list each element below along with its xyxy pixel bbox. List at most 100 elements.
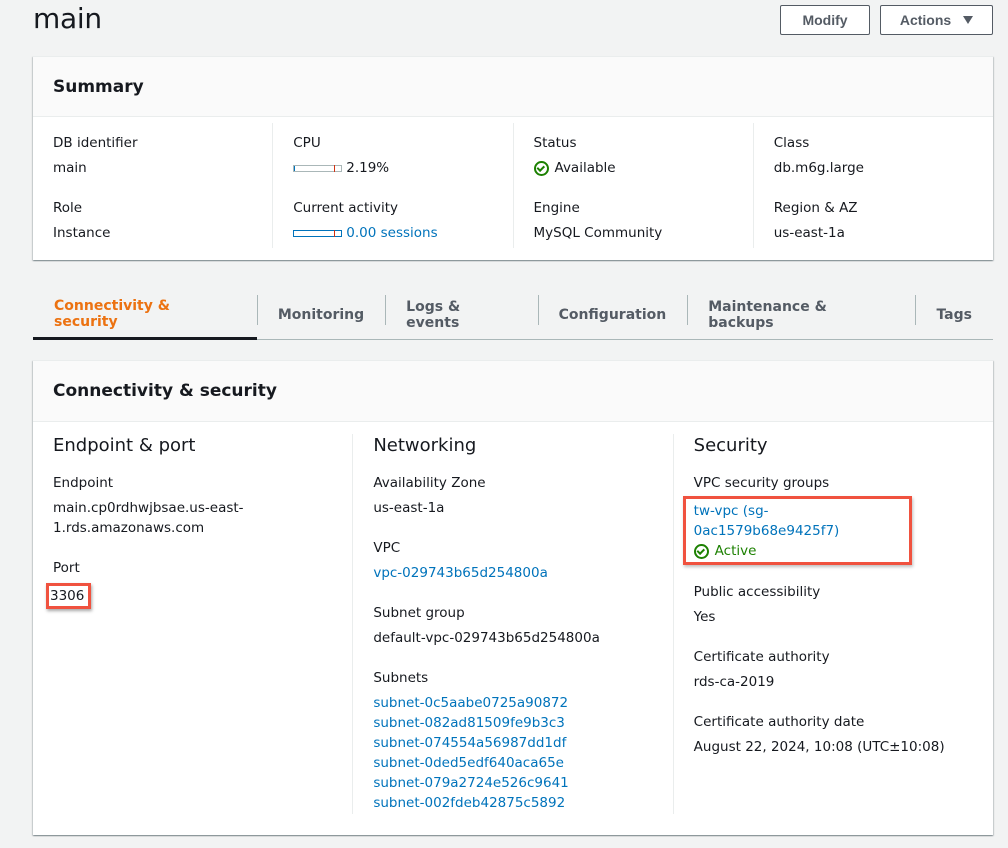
public-accessibility-label: Public accessibility <box>693 584 821 600</box>
class-field: Class db.m6g.large <box>774 133 973 178</box>
subnet-group-value: default-vpc-029743b65d254800a <box>373 630 600 646</box>
security-column: Security VPC security groups tw-vpc (sg-… <box>672 434 993 814</box>
current-activity-field: Current activity 0.00 sessions <box>293 198 492 243</box>
public-accessibility-field: Public accessibility Yes <box>694 582 973 627</box>
summary-col-class: Class db.m6g.large Region & AZ us-east-1… <box>752 123 993 248</box>
security-group-highlight: tw-vpc (sg-0ac1579b68e9425f7) Active <box>682 496 912 565</box>
caret-down-icon <box>963 16 974 24</box>
networking-column: Networking Availability Zone us-east-1a … <box>352 434 672 814</box>
cpu-meter <box>293 164 343 172</box>
endpoint-field: Endpoint main.cp0rdhwjbsae.us-east- 1.rd… <box>53 473 332 538</box>
certificate-authority-date-value: August 22, 2024, 10:08 (UTC±10:08) <box>693 739 945 755</box>
availability-zone-value: us-east-1a <box>373 500 445 516</box>
summary-col-cpu: CPU 2.19% Current activity 0.00 sessions <box>272 123 512 248</box>
port-field: Port 3306 <box>46 558 332 609</box>
summary-grid: DB identifier main Role Instance CPU 2.1… <box>33 117 993 248</box>
subnet-link[interactable]: subnet-082ad81509fe9b3c3 <box>373 713 652 733</box>
vpc-link[interactable]: vpc-029743b65d254800a <box>373 563 548 583</box>
summary-col-identifier: DB identifier main Role Instance <box>33 123 272 248</box>
subnet-link[interactable]: subnet-0c5aabe0725a90872 <box>373 693 652 713</box>
port-value-row: 3306 <box>46 583 332 609</box>
subnets-field: Subnets subnet-0c5aabe0725a90872 subnet-… <box>373 668 652 813</box>
region-label: Region & AZ <box>773 200 858 216</box>
status-label: Status <box>533 135 577 151</box>
role-label: Role <box>53 200 83 216</box>
tab-configuration[interactable]: Configuration <box>537 290 688 339</box>
current-activity-label: Current activity <box>293 200 399 216</box>
cpu-label: CPU <box>293 135 321 151</box>
role-value: Instance <box>53 225 111 241</box>
subnet-link[interactable]: subnet-074554a56987dd1df <box>373 733 652 753</box>
region-field: Region & AZ us-east-1a <box>774 198 973 243</box>
endpoint-value: main.cp0rdhwjbsae.us-east- 1.rds.amazona… <box>53 498 332 538</box>
networking-heading: Networking <box>373 435 477 456</box>
subnet-link[interactable]: subnet-079a2724e526c9641 <box>373 773 652 793</box>
status-field: Status Available <box>533 133 733 178</box>
subnet-link[interactable]: subnet-0ded5edf640aca65e <box>373 753 652 773</box>
role-field: Role Instance <box>53 198 252 243</box>
db-identifier-value: main <box>53 160 87 176</box>
db-identifier-field: DB identifier main <box>53 133 252 178</box>
tab-tags[interactable]: Tags <box>915 290 993 339</box>
modify-label: Modify <box>802 12 848 28</box>
modify-button[interactable]: Modify <box>780 5 870 35</box>
engine-value: MySQL Community <box>533 225 663 241</box>
certificate-authority-label: Certificate authority <box>693 649 830 665</box>
certificate-authority-value: rds-ca-2019 <box>693 674 775 690</box>
tab-maintenance-backups[interactable]: Maintenance & backups <box>687 290 915 339</box>
availability-zone-field: Availability Zone us-east-1a <box>373 473 652 518</box>
subnets-label: Subnets <box>373 670 429 686</box>
security-group-link[interactable]: tw-vpc (sg-0ac1579b68e9425f7) <box>694 501 901 541</box>
status-value: Available <box>554 160 616 176</box>
sessions-meter-threshold <box>334 229 336 237</box>
endpoint-label: Endpoint <box>53 475 114 491</box>
actions-label: Actions <box>899 12 952 28</box>
tab-logs-events[interactable]: Logs & events <box>385 290 537 339</box>
public-accessibility-value: Yes <box>693 609 716 625</box>
vpc-field: VPC vpc-029743b65d254800a <box>373 538 652 583</box>
connectivity-header: Connectivity & security <box>33 361 993 422</box>
subnet-group-label: Subnet group <box>373 605 465 621</box>
tab-connectivity-security[interactable]: Connectivity & security <box>33 290 257 340</box>
page-title: main <box>33 2 102 35</box>
security-heading: Security <box>693 435 768 456</box>
subnet-link[interactable]: subnet-002fdeb42875c5892 <box>373 793 652 813</box>
certificate-authority-date-label: Certificate authority date <box>693 714 865 730</box>
vpc-label: VPC <box>373 540 401 556</box>
connectivity-security-card: Connectivity & security Endpoint & port … <box>33 360 993 835</box>
port-value: 3306 <box>46 583 92 609</box>
class-value: db.m6g.large <box>773 160 864 176</box>
sessions-meter <box>293 229 343 237</box>
detail-tabs: Connectivity & security Monitoring Logs … <box>33 290 993 340</box>
cpu-meter-threshold <box>334 164 336 172</box>
summary-card: Summary DB identifier main Role Instance… <box>33 56 993 260</box>
endpoint-port-heading: Endpoint & port <box>53 435 196 456</box>
connectivity-grid: Endpoint & port Endpoint main.cp0rdhwjbs… <box>33 422 993 814</box>
summary-col-status: Status Available Engine MySQL Community <box>512 123 753 248</box>
endpoint-port-column: Endpoint & port Endpoint main.cp0rdhwjbs… <box>33 434 352 814</box>
subnets-list: subnet-0c5aabe0725a90872 subnet-082ad815… <box>373 693 652 813</box>
security-group-status-value: Active <box>714 543 757 559</box>
engine-field: Engine MySQL Community <box>534 198 733 243</box>
class-label: Class <box>773 135 810 151</box>
cpu-field: CPU 2.19% <box>293 133 492 178</box>
cpu-value: 2.19% <box>346 160 390 176</box>
check-circle-icon <box>693 543 709 559</box>
endpoint-value-line2: 1.rds.amazonaws.com <box>53 520 205 536</box>
endpoint-value-line1: main.cp0rdhwjbsae.us-east- <box>53 500 244 516</box>
vpc-security-groups-label: VPC security groups <box>693 475 830 491</box>
actions-dropdown-button[interactable]: Actions <box>880 5 993 35</box>
summary-title: Summary <box>53 76 144 97</box>
current-activity-link[interactable]: 0.00 sessions <box>346 223 437 243</box>
db-identifier-label: DB identifier <box>53 135 138 151</box>
security-group-status: Active <box>693 541 901 561</box>
connectivity-title: Connectivity & security <box>53 381 277 401</box>
subnet-group-field: Subnet group default-vpc-029743b65d25480… <box>373 603 652 648</box>
cpu-meter-fill <box>294 165 296 171</box>
certificate-authority-date-field: Certificate authority date August 22, 20… <box>694 712 973 757</box>
certificate-authority-field: Certificate authority rds-ca-2019 <box>694 647 973 692</box>
summary-header: Summary <box>33 57 993 117</box>
cpu-value-row: 2.19% <box>293 158 492 178</box>
current-activity-row: 0.00 sessions <box>293 223 492 243</box>
tab-monitoring[interactable]: Monitoring <box>256 290 385 339</box>
